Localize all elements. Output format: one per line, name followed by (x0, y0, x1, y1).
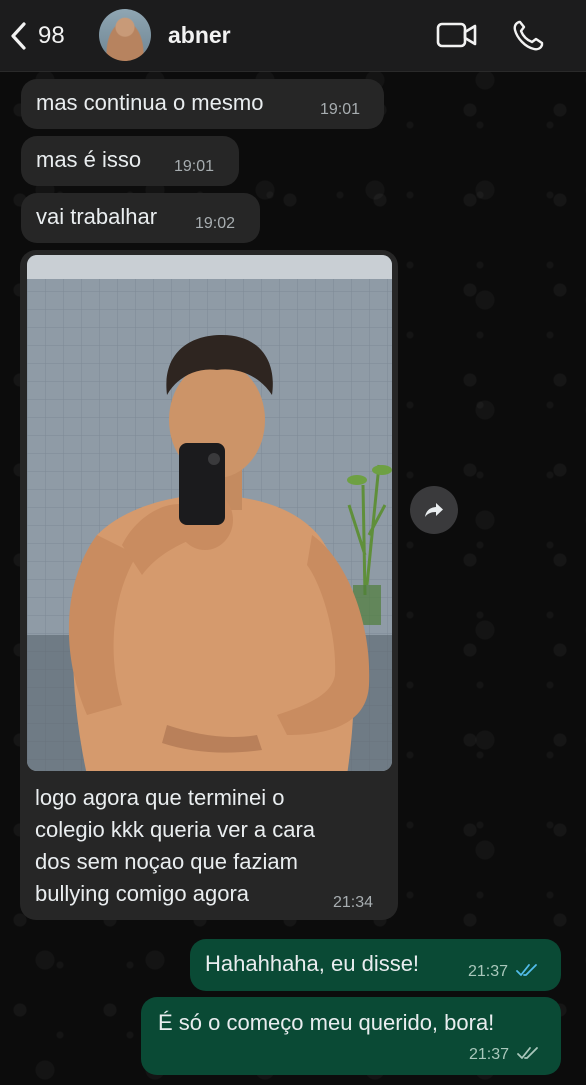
message-text: mas é isso (36, 147, 142, 172)
outgoing-message[interactable]: Hahahhaha, eu disse! 21:37 (190, 939, 561, 991)
message-time: 21:37 (469, 1046, 510, 1063)
photo-attachment[interactable] (27, 255, 392, 771)
message-time: 21:37 (468, 963, 509, 980)
unread-count: 98 (38, 22, 65, 49)
forward-arrow-icon (425, 503, 443, 517)
message-text: É só o começo meu querido, bora! (158, 1010, 495, 1035)
message-text: mas continua o mesmo (36, 90, 264, 115)
incoming-photo-message[interactable]: logo agora que terminei o colegio kkk qu… (20, 250, 398, 920)
message-time: 19:02 (195, 215, 236, 232)
contact-name[interactable]: abner (168, 22, 231, 49)
read-receipt-icon (515, 963, 539, 977)
chevron-left-icon (11, 22, 26, 50)
caption-line: colegio kkk queria ver a cara (35, 817, 316, 842)
photo-image (27, 255, 392, 771)
incoming-message[interactable]: mas é isso 19:01 (21, 136, 239, 186)
avatar[interactable] (99, 9, 151, 61)
message-text: vai trabalhar (36, 204, 158, 229)
message-text: Hahahhaha, eu disse! (205, 951, 420, 976)
chat-header: 98 abner (0, 0, 586, 72)
chat-screen: 98 abner mas continua o mesmo 19:01 mas … (0, 0, 586, 1085)
incoming-message[interactable]: vai trabalhar 19:02 (21, 193, 260, 243)
back-button[interactable]: 98 (8, 18, 65, 54)
caption-line: logo agora que terminei o (35, 785, 285, 810)
delivered-receipt-icon (516, 1046, 540, 1060)
message-time: 19:01 (174, 158, 215, 175)
message-time: 19:01 (320, 101, 361, 118)
caption-line: dos sem noçao que faziam (35, 849, 298, 874)
video-camera-icon[interactable] (436, 20, 478, 50)
incoming-message[interactable]: mas continua o mesmo 19:01 (21, 79, 384, 129)
caption-line: bullying comigo agora (35, 881, 250, 906)
message-time: 21:34 (333, 894, 374, 911)
forward-button[interactable] (410, 486, 458, 534)
outgoing-message[interactable]: É só o começo meu querido, bora! 21:37 (141, 997, 561, 1075)
phone-icon[interactable] (511, 19, 545, 53)
photo-caption: logo agora que terminei o colegio kkk qu… (35, 782, 365, 910)
